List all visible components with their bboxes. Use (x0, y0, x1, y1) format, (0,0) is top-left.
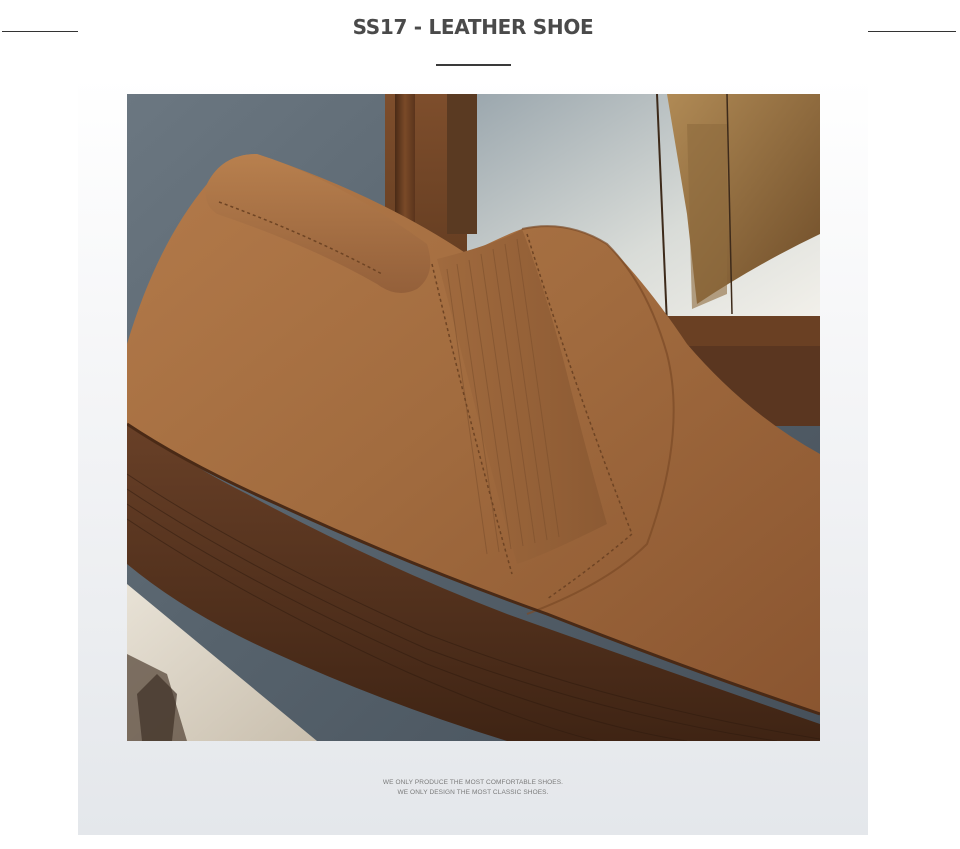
title-underline (436, 64, 511, 66)
product-detail-page: SS17 - LEATHER SHOE WE ONLY PRODUCE THE … (0, 0, 960, 849)
product-photo (127, 94, 820, 741)
page-title: SS17 - LEATHER SHOE (352, 15, 594, 39)
tagline-classic: WE ONLY DESIGN THE MOST CLASSIC SHOES. (397, 789, 549, 796)
tagline-comfortable: WE ONLY PRODUCE THE MOST COMFORTABLE SHO… (382, 779, 564, 786)
